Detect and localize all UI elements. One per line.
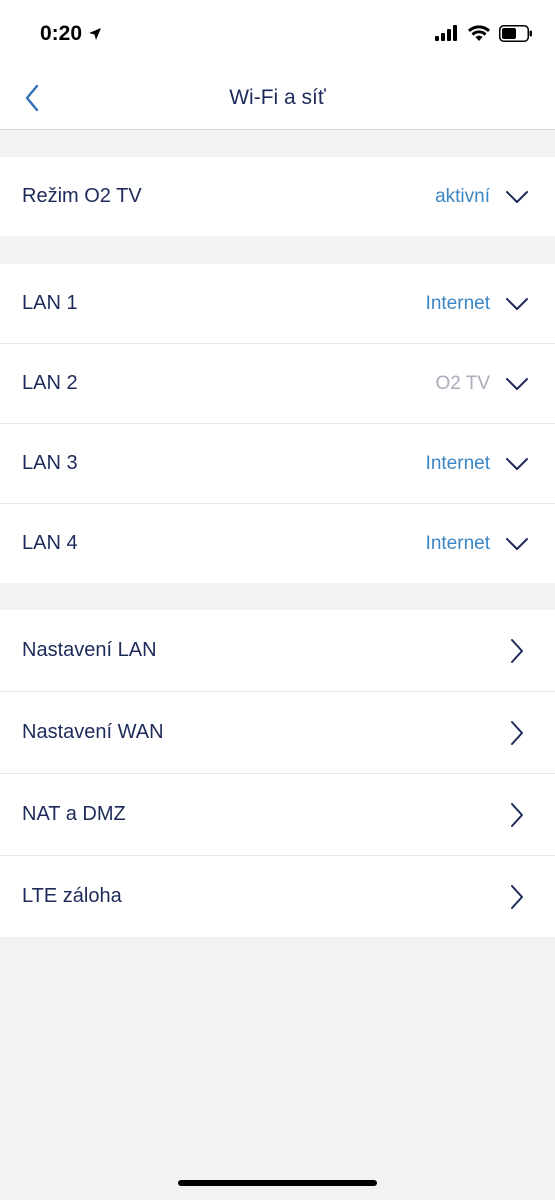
tv-mode-row[interactable]: Režim O2 TV aktivní bbox=[0, 157, 555, 236]
lan-port-row-2[interactable]: LAN 2 O2 TV bbox=[0, 344, 555, 424]
lan-port-label: LAN 2 bbox=[22, 372, 78, 394]
tv-mode-group: Režim O2 TV aktivní bbox=[0, 157, 555, 236]
lan-port-label: LAN 1 bbox=[22, 292, 78, 314]
tv-mode-label: Režim O2 TV bbox=[22, 185, 142, 207]
chevron-right-icon bbox=[505, 638, 529, 663]
settings-item-label: Nastavení LAN bbox=[22, 639, 157, 661]
lan-ports-group: LAN 1 Internet LAN 2 O2 TV LAN 3 Interne… bbox=[0, 264, 555, 583]
battery-icon bbox=[499, 24, 532, 42]
status-time: 0:20 bbox=[40, 22, 102, 46]
lan-port-value: Internet bbox=[425, 452, 490, 474]
lan-port-value: Internet bbox=[425, 532, 490, 554]
chevron-down-icon bbox=[505, 452, 529, 476]
lan-port-row-1[interactable]: LAN 1 Internet bbox=[0, 264, 555, 344]
lan-port-row-4[interactable]: LAN 4 Internet bbox=[0, 504, 555, 583]
lan-port-value: O2 TV bbox=[435, 372, 490, 394]
chevron-down-icon bbox=[505, 185, 529, 209]
status-bar: 0:20 bbox=[0, 0, 555, 70]
status-icons bbox=[435, 24, 533, 42]
lan-port-row-3[interactable]: LAN 3 Internet bbox=[0, 424, 555, 504]
wifi-icon bbox=[468, 25, 490, 41]
lan-port-value: Internet bbox=[425, 292, 490, 314]
tv-mode-value: aktivní bbox=[435, 185, 490, 207]
location-arrow-icon bbox=[89, 28, 102, 40]
lan-port-label: LAN 4 bbox=[22, 532, 78, 554]
settings-item-lte-backup[interactable]: LTE záloha bbox=[0, 856, 555, 937]
status-time-text: 0:20 bbox=[40, 22, 83, 45]
page-title: Wi-Fi a síť bbox=[229, 86, 326, 109]
home-indicator[interactable] bbox=[178, 1180, 377, 1186]
chevron-right-icon bbox=[505, 802, 529, 827]
settings-item-wan[interactable]: Nastavení WAN bbox=[0, 692, 555, 774]
chevron-right-icon bbox=[505, 884, 529, 909]
settings-item-label: Nastavení WAN bbox=[22, 721, 164, 743]
nav-bar: Wi-Fi a síť bbox=[0, 70, 555, 130]
settings-item-label: LTE záloha bbox=[22, 885, 122, 907]
chevron-down-icon bbox=[505, 372, 529, 396]
settings-group: Nastavení LAN Nastavení WAN NAT a DMZ LT… bbox=[0, 610, 555, 937]
lan-port-label: LAN 3 bbox=[22, 452, 78, 474]
cellular-signal-icon bbox=[435, 25, 457, 41]
chevron-down-icon bbox=[505, 532, 529, 556]
chevron-down-icon bbox=[505, 292, 529, 316]
settings-item-lan[interactable]: Nastavení LAN bbox=[0, 610, 555, 692]
settings-item-label: NAT a DMZ bbox=[22, 803, 126, 825]
settings-item-nat-dmz[interactable]: NAT a DMZ bbox=[0, 774, 555, 856]
chevron-right-icon bbox=[505, 720, 529, 745]
